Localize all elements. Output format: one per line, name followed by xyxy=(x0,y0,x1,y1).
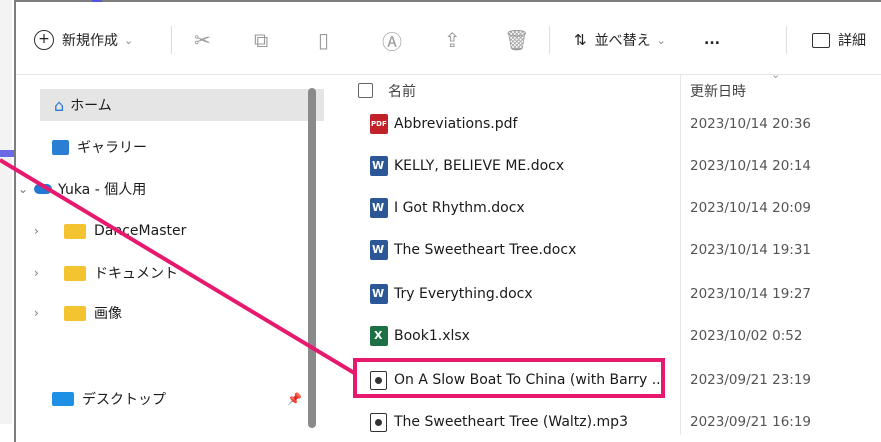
callout-arrow xyxy=(0,158,358,376)
callout-arrow-line xyxy=(0,158,358,376)
